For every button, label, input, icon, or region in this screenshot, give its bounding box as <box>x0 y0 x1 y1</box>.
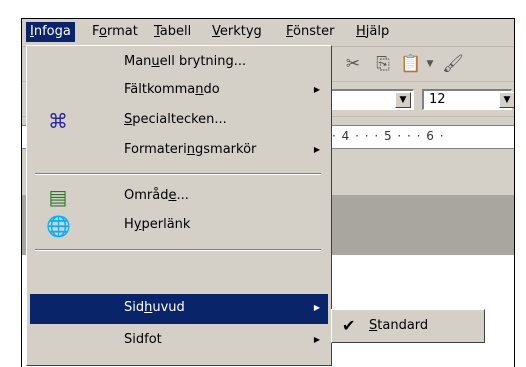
copy-icon[interactable]: ⎘ <box>372 53 394 75</box>
menu-fonster[interactable]: Fönster <box>282 22 338 42</box>
menu-separator <box>35 173 321 175</box>
paste-icon[interactable]: 📋 <box>400 53 422 75</box>
menu-format[interactable]: Format <box>88 22 142 42</box>
special-characters-icon: ⌘ <box>48 109 68 133</box>
menu-separator <box>35 249 321 251</box>
menu-item-label: Sidhuvud <box>124 300 185 315</box>
submenu-arrow-icon: ▶ <box>313 335 320 344</box>
checkmark-icon: ✔ <box>342 316 356 335</box>
menu-item-header[interactable]: Sidhuvud ▶ <box>30 294 328 324</box>
menu-item-manual-break[interactable]: Manuell brytning... <box>30 48 328 78</box>
submenu-item-standard[interactable]: Standard <box>369 315 428 337</box>
menu-hjalp[interactable]: Hjälp <box>352 22 393 42</box>
menu-item-hyperlink[interactable]: 🌐 Hyperlänk <box>30 211 328 241</box>
cut-icon[interactable]: ✂ <box>342 53 364 75</box>
submenu-arrow-icon: ▶ <box>313 85 320 94</box>
header-submenu: ✔ Standard <box>331 309 485 343</box>
menu-item-formatting-mark[interactable]: Formateringsmarkör ▶ <box>30 136 328 166</box>
ruler-ticks: · 4 · · · 5 · · · 6 · <box>332 129 445 143</box>
menu-tabell[interactable]: Tabell <box>150 22 195 42</box>
menu-item-label: Område... <box>124 188 189 203</box>
menu-infoga[interactable]: Infoga <box>26 22 75 42</box>
font-size-dropdown-icon[interactable]: ▼ <box>499 92 514 108</box>
font-size-value: 12 <box>429 92 446 107</box>
menu-item-label: Specialtecken... <box>124 112 227 127</box>
submenu-arrow-icon: ▶ <box>313 145 320 154</box>
menu-item-section[interactable]: ▤ Område... <box>30 182 328 212</box>
menu-item-field-command[interactable]: Fältkommando ▶ <box>30 76 328 106</box>
menu-verktyg[interactable]: Verktyg <box>208 22 266 42</box>
insert-menu-dropdown: Manuell brytning... Fältkommando ▶ ⌘ Spe… <box>26 45 332 366</box>
font-name-combo[interactable]: ▼ <box>322 89 414 110</box>
section-icon: ▤ <box>48 185 68 209</box>
menu-bar: Infoga Format Tabell Verktyg Fönster Hjä… <box>22 19 514 47</box>
menu-item-label: Fältkommando <box>124 82 220 97</box>
submenu-arrow-icon: ▶ <box>313 303 320 312</box>
font-size-combo[interactable]: 12 ▼ <box>422 89 514 110</box>
format-painter-icon[interactable]: 🖌 <box>442 53 464 75</box>
menu-item-label: Manuell brytning... <box>124 54 247 69</box>
menu-item-label: Hyperlänk <box>124 217 191 232</box>
paste-dropdown-icon[interactable]: ▼ <box>424 53 436 75</box>
menu-infoga-rest: nfoga <box>33 24 71 39</box>
hyperlink-icon: 🌐 <box>46 214 71 238</box>
font-name-dropdown-icon[interactable]: ▼ <box>395 92 411 108</box>
menu-item-special-characters[interactable]: ⌘ Specialtecken... <box>30 106 328 136</box>
menu-item-label: Formateringsmarkör <box>124 142 257 157</box>
menu-item-footer[interactable]: Sidfot ▶ <box>30 326 328 356</box>
menu-item-label: Sidfot <box>124 332 162 347</box>
